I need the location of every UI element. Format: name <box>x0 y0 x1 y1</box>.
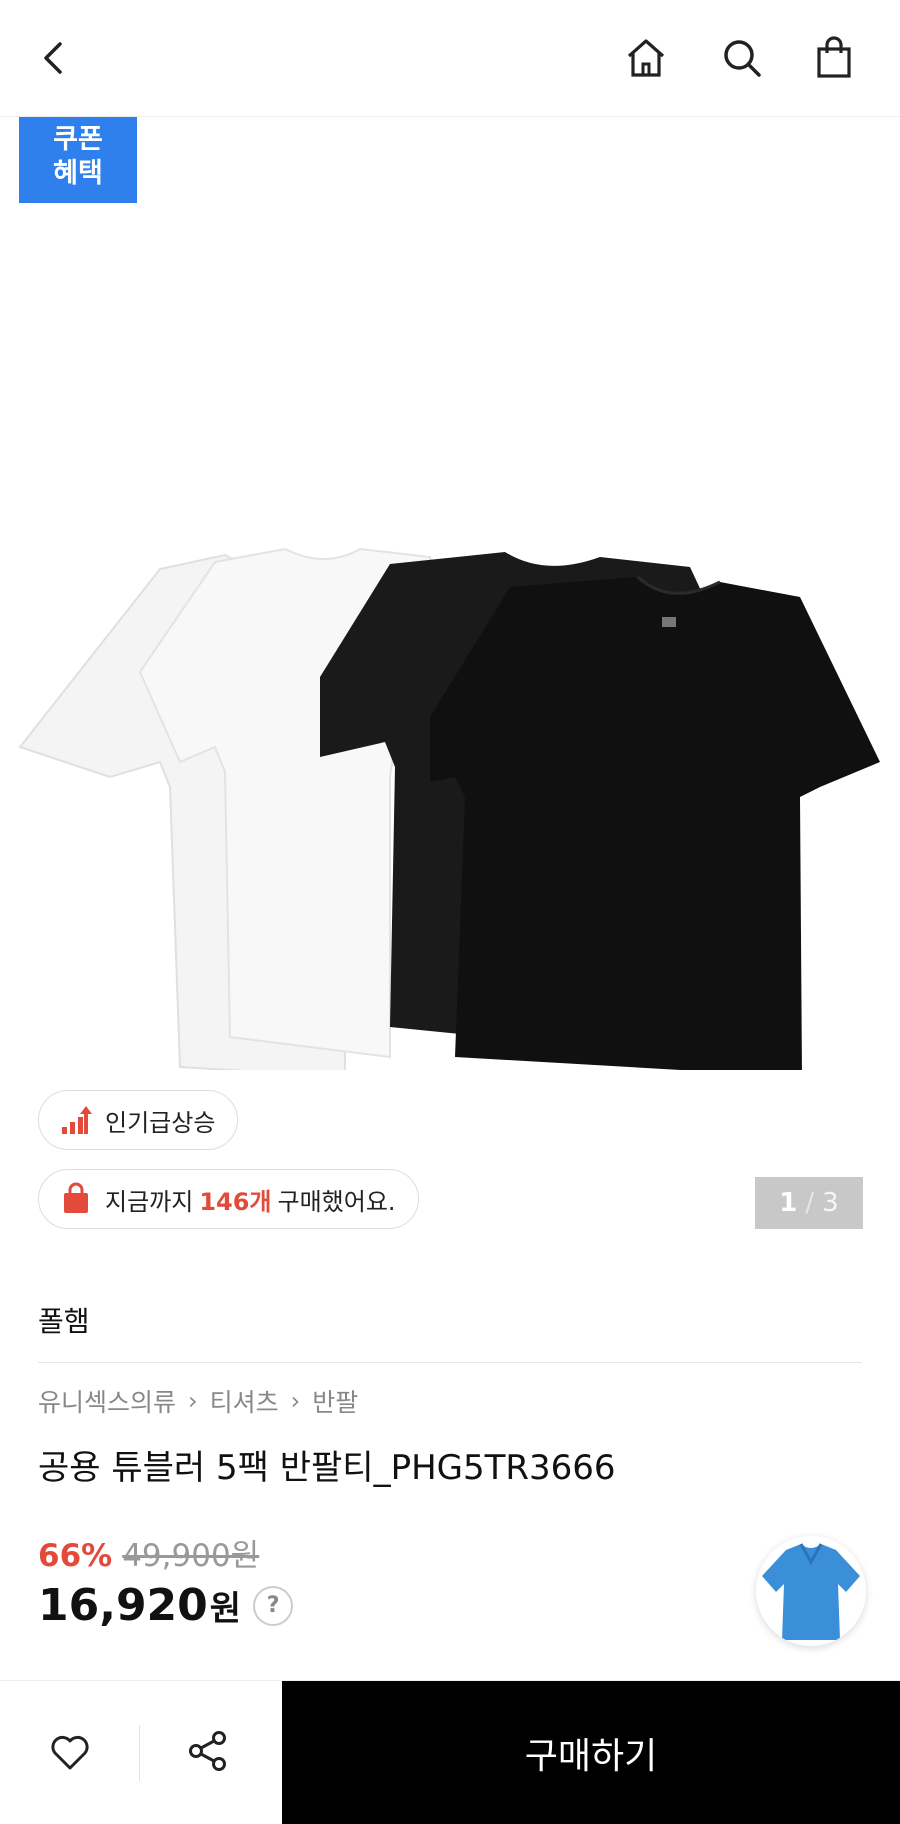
breadcrumb-item[interactable]: 유니섹스의류 <box>38 1383 176 1419</box>
wishlist-button[interactable] <box>38 1719 102 1783</box>
chevron-right-icon: › <box>290 1387 301 1415</box>
related-product-thumbnail[interactable] <box>756 1536 866 1646</box>
original-price: 49,900원 <box>122 1538 260 1574</box>
trending-up-icon <box>62 1106 92 1134</box>
search-button[interactable] <box>710 26 774 90</box>
currency-unit: 원 <box>209 1589 242 1629</box>
bottom-action-bar: 구매하기 <box>0 1680 900 1824</box>
sale-price-row: 16,920 원 ? <box>38 1580 294 1631</box>
shopping-bag-icon <box>64 1182 88 1213</box>
coupon-benefit-badge[interactable]: 쿠폰 혜택 <box>19 117 137 203</box>
breadcrumb-item[interactable]: 티셔츠 <box>210 1383 279 1419</box>
purchase-count-prefix: 지금까지 <box>105 1187 194 1216</box>
discount-row: 66% 49,900원 <box>38 1530 259 1575</box>
purchase-count-number: 146개 <box>199 1187 272 1216</box>
product-title: 공용 튜블러 5팩 반팔티_PHG5TR3666 <box>38 1448 616 1488</box>
top-app-bar <box>0 0 900 117</box>
purchase-count-suffix: 구매했어요. <box>277 1187 396 1216</box>
coupon-label-line2: 혜택 <box>53 158 103 189</box>
price-help-button[interactable]: ? <box>253 1585 294 1626</box>
brand-name[interactable]: 폴햄 <box>38 1300 90 1340</box>
divider <box>38 1362 862 1363</box>
coupon-label-line1: 쿠폰 <box>53 124 103 155</box>
back-button[interactable] <box>22 26 86 90</box>
sale-price: 16,920 <box>38 1580 208 1631</box>
heart-icon <box>51 1735 89 1770</box>
buy-button[interactable]: 구매하기 <box>282 1681 900 1824</box>
share-button[interactable] <box>176 1719 240 1783</box>
category-breadcrumb: 유니섹스의류 › 티셔츠 › 반팔 <box>38 1383 358 1419</box>
home-button[interactable] <box>614 26 678 90</box>
shopping-bag-icon <box>817 36 851 78</box>
product-image-carousel[interactable]: 쿠폰 혜택 <box>0 117 900 1070</box>
chevron-right-icon: › <box>188 1387 198 1415</box>
purchase-count-badge: 지금까지 146개 구매했어요. <box>38 1169 419 1229</box>
popular-badge: 인기급상승 <box>38 1090 239 1150</box>
cart-button[interactable] <box>802 26 866 90</box>
page-separator: / <box>805 1188 815 1218</box>
page-current: 1 <box>779 1188 798 1218</box>
black-tshirt-front <box>430 577 880 1070</box>
discount-rate: 66% <box>38 1538 113 1574</box>
search-icon <box>724 40 761 77</box>
divider <box>139 1725 140 1781</box>
product-photo-tshirts <box>18 547 880 1070</box>
home-icon <box>627 39 665 77</box>
image-page-indicator: 1 / 3 <box>755 1177 863 1229</box>
popular-badge-text: 인기급상승 <box>105 1108 216 1137</box>
page-total: 3 <box>822 1188 839 1218</box>
chevron-left-icon <box>44 42 62 74</box>
breadcrumb-item[interactable]: 반팔 <box>312 1383 358 1419</box>
polo-shirt-image <box>762 1543 860 1640</box>
share-icon <box>189 1731 226 1771</box>
